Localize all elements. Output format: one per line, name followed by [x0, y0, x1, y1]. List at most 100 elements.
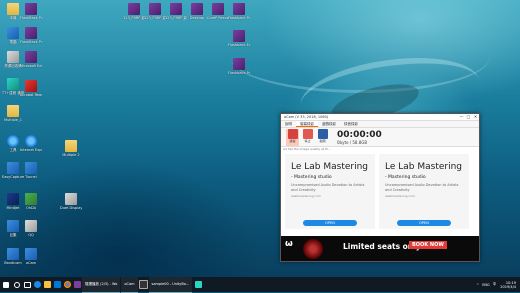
ad-url: lelabmastering.com	[291, 194, 321, 198]
ad-subheading: - Mastering studio	[385, 175, 426, 180]
ocam-icon	[25, 248, 37, 260]
tab-game-recording[interactable]: 遊戲錄影	[318, 121, 340, 127]
tab-audio-recording[interactable]: 錄音錄影	[340, 121, 362, 127]
stop-icon	[302, 128, 313, 139]
clock[interactable]: 10:19 2019/4/4	[500, 281, 516, 289]
ad-card[interactable]: Le Lab Mastering - Mastering studio Unco…	[285, 154, 375, 229]
ie-icon	[7, 135, 19, 147]
desktop-icon[interactable]: 123_FBRP 影音教學2	[144, 3, 166, 20]
folder-icon	[65, 140, 77, 152]
desktop-icon[interactable]: Flashback Pro 5 Recorder	[228, 3, 250, 20]
desktop-icon[interactable]: oCam	[20, 248, 42, 265]
capture-icon	[317, 128, 328, 139]
desktop-icon[interactable]: Desktop	[186, 3, 208, 20]
menu-help[interactable]: 說明	[281, 121, 296, 127]
search-icon	[14, 281, 20, 288]
app-icon	[139, 280, 149, 289]
app-icon	[7, 220, 19, 232]
taskbar-window[interactable]: 隨選播放 (2/3) - Wo	[82, 276, 121, 293]
app-icon	[7, 162, 19, 174]
menu-bar: 說明 螢幕錄影 遊戲錄影 錄音錄影	[281, 121, 479, 128]
windows-icon	[3, 281, 9, 288]
close-button[interactable]: ✕	[472, 114, 479, 120]
recycle-bin-icon	[7, 51, 19, 63]
ad-description: Uncompromised Audio Devotion to Artists …	[385, 183, 459, 192]
desktop-icon[interactable]: 123_FBRP 影音教學1	[123, 3, 145, 20]
ie-icon	[25, 135, 37, 147]
taskbar-app[interactable]	[62, 277, 72, 292]
desktop-icon[interactable]: Multiple 2	[60, 140, 82, 157]
timer-panel: 00:00:00 0byte / 58.8GB	[337, 130, 382, 145]
flashback-icon	[170, 3, 182, 15]
desktop-icon[interactable]: OhDA	[20, 193, 42, 210]
task-view-icon	[23, 281, 31, 288]
capture-button[interactable]: 截圖	[316, 128, 329, 146]
tab-screen-recording[interactable]: 螢幕錄影	[296, 121, 318, 127]
app-icon	[25, 162, 37, 174]
task-view-button[interactable]	[22, 277, 32, 292]
chrome-icon	[63, 281, 71, 288]
desktop-icon[interactable]: Duet Display	[60, 193, 82, 210]
start-button[interactable]	[0, 277, 12, 292]
taskbar-app[interactable]	[32, 277, 42, 292]
clock-date: 2019/4/4	[500, 284, 516, 289]
store-icon	[53, 281, 61, 288]
tray-ime[interactable]: 中	[493, 282, 497, 287]
elapsed-time: 00:00:00	[337, 129, 382, 140]
app-icon	[7, 78, 19, 90]
record-button[interactable]: 錄製	[286, 128, 299, 146]
app-icon	[65, 193, 77, 205]
taskbar-app[interactable]	[139, 277, 149, 292]
maximize-button[interactable]: □	[465, 114, 472, 120]
qq-icon	[25, 220, 37, 232]
taskbar-window[interactable]: oCam	[121, 276, 138, 293]
ad-subheading: - Mastering studio	[291, 175, 332, 180]
tray-chevron-icon[interactable]: ^	[476, 283, 479, 287]
tray-language[interactable]: ENG	[482, 283, 490, 287]
folder-icon	[7, 3, 19, 15]
taskbar-window[interactable]: sample00 - UnityBo...	[148, 276, 193, 293]
desktop-icon[interactable]: FlashBack Pro 5 Re...	[20, 27, 42, 44]
minimize-button[interactable]: —	[458, 114, 465, 120]
desktop-icon[interactable]: FlashBack Pro 5 Player	[20, 3, 42, 20]
ad-card[interactable]: Le Lab Mastering - Mastering studio Unco…	[379, 154, 469, 229]
app-icon	[194, 281, 202, 288]
desktop-icon[interactable]: Internet Explorer	[20, 135, 42, 152]
desktop-icon[interactable]: 123_FBRP 影音教學3	[165, 3, 187, 20]
taskbar-app[interactable]	[52, 277, 62, 292]
record-icon	[287, 128, 298, 139]
desktop-icon[interactable]: Microsoft Edge	[20, 51, 42, 68]
desktop-icon[interactable]: Acrobat Reader	[20, 80, 42, 97]
title-bar[interactable]: oCam (V 33, 2018, 1080) — □ ✕	[281, 114, 479, 121]
desktop-icon[interactable]: Flashback Express 5	[228, 30, 250, 47]
ad-banner[interactable]: ω Limited seats only! BOOK NOW	[281, 236, 479, 261]
book-now-button[interactable]: BOOK NOW	[409, 241, 447, 249]
flashback-icon	[25, 27, 37, 39]
ad-open-button[interactable]: OPEN	[397, 220, 451, 226]
taskbar-app[interactable]	[193, 277, 203, 292]
pdf-icon	[25, 80, 37, 92]
desktop-icon[interactable]: QQ	[20, 220, 42, 237]
desktop-icon[interactable]: Tunnel	[20, 162, 42, 179]
ad-note: Ad Set the image quality at th...	[283, 147, 332, 151]
ocam-window: oCam (V 33, 2018, 1080) — □ ✕ 說明 螢幕錄影 遊戲…	[280, 113, 480, 262]
toolbar: 錄製 停止 截圖 00:00:00 0byte / 58.8GB	[281, 128, 479, 147]
taskbar-app[interactable]	[42, 277, 52, 292]
flashback-icon	[212, 3, 224, 15]
flashback-icon	[191, 3, 203, 15]
taskbar-app[interactable]	[72, 277, 82, 292]
desktop-icon[interactable]: Multiple_1	[2, 105, 24, 122]
flashback-icon	[233, 58, 245, 70]
banner-image	[303, 239, 323, 259]
desktop-icon[interactable]: CoreP Recorder	[207, 3, 229, 20]
search-button[interactable]	[12, 277, 22, 292]
explorer-icon	[43, 281, 51, 288]
banner-logo: ω	[285, 239, 293, 249]
app-icon	[25, 51, 37, 63]
desktop-icon[interactable]: Flashback Pro 5 說明	[228, 58, 250, 75]
window-title: oCam (V 33, 2018, 1080)	[284, 115, 329, 119]
app-icon	[7, 193, 19, 205]
stop-button[interactable]: 停止	[301, 128, 314, 146]
system-tray: ^ ENG 中 10:19 2019/4/4	[473, 281, 520, 289]
ad-open-button[interactable]: OPEN	[303, 220, 357, 226]
